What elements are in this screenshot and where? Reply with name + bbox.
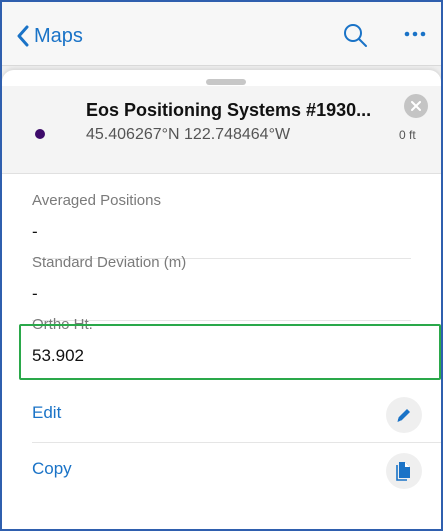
close-button[interactable] bbox=[404, 94, 428, 118]
pencil-icon bbox=[397, 409, 410, 422]
field-label: Standard Deviation (m) bbox=[32, 254, 187, 271]
distance-label: 0 ft bbox=[399, 128, 416, 142]
feature-header: Eos Positioning Systems #1930... 45.4062… bbox=[2, 86, 441, 174]
field-ortho-height: Ortho Ht. 53.902 bbox=[2, 298, 441, 383]
more-icon[interactable] bbox=[400, 24, 430, 44]
sheet-grabber[interactable] bbox=[206, 79, 246, 85]
back-button[interactable]: Maps bbox=[16, 22, 83, 50]
edit-action[interactable]: Edit bbox=[2, 387, 441, 443]
navigation-bar: Maps bbox=[2, 2, 441, 66]
copy-icon bbox=[396, 462, 410, 481]
feature-title: Eos Positioning Systems #1930... bbox=[86, 100, 372, 120]
field-label: Ortho Ht. bbox=[32, 316, 93, 333]
field-value: 53.902 bbox=[32, 346, 84, 365]
feature-marker-icon bbox=[35, 129, 45, 139]
field-label: Averaged Positions bbox=[32, 192, 161, 209]
search-icon[interactable] bbox=[342, 22, 368, 48]
app-window: Maps Eos Positioning Systems #1930... 45… bbox=[0, 0, 443, 531]
edit-icon-button[interactable] bbox=[386, 397, 422, 433]
copy-action[interactable]: Copy bbox=[2, 443, 441, 499]
chevron-left-icon bbox=[17, 25, 29, 47]
close-icon bbox=[411, 101, 421, 111]
copy-button[interactable]: Copy bbox=[32, 459, 72, 479]
feature-details-sheet: Eos Positioning Systems #1930... 45.4062… bbox=[2, 70, 441, 529]
copy-icon-button[interactable] bbox=[386, 453, 422, 489]
edit-button[interactable]: Edit bbox=[32, 403, 61, 423]
feature-coordinates: 45.406267°N 122.748464°W bbox=[86, 126, 291, 143]
back-label: Maps bbox=[34, 24, 83, 47]
